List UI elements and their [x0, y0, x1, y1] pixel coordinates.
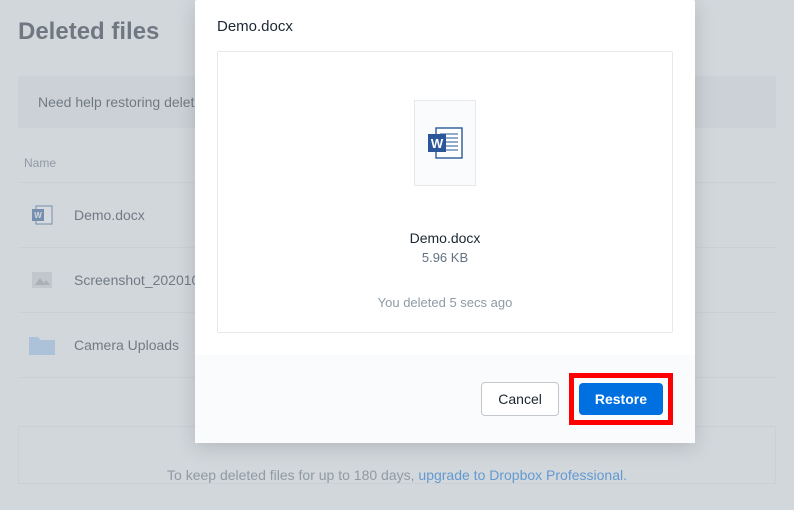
svg-text:W: W — [431, 136, 444, 151]
restore-button[interactable]: Restore — [579, 383, 663, 415]
preview-filesize: 5.96 KB — [238, 250, 652, 265]
preview-deleted-text: You deleted 5 secs ago — [238, 295, 652, 310]
restore-highlight: Restore — [569, 373, 673, 425]
modal-title: Demo.docx — [195, 0, 695, 41]
restore-modal: Demo.docx W Demo.docx 5.96 KB You delete… — [195, 0, 695, 443]
modal-footer: Cancel Restore — [195, 355, 695, 443]
file-preview: W Demo.docx 5.96 KB You deleted 5 secs a… — [217, 51, 673, 333]
cancel-button[interactable]: Cancel — [481, 382, 559, 416]
preview-filename: Demo.docx — [238, 230, 652, 246]
modal-body: W Demo.docx 5.96 KB You deleted 5 secs a… — [195, 41, 695, 355]
file-thumbnail: W — [414, 100, 476, 186]
